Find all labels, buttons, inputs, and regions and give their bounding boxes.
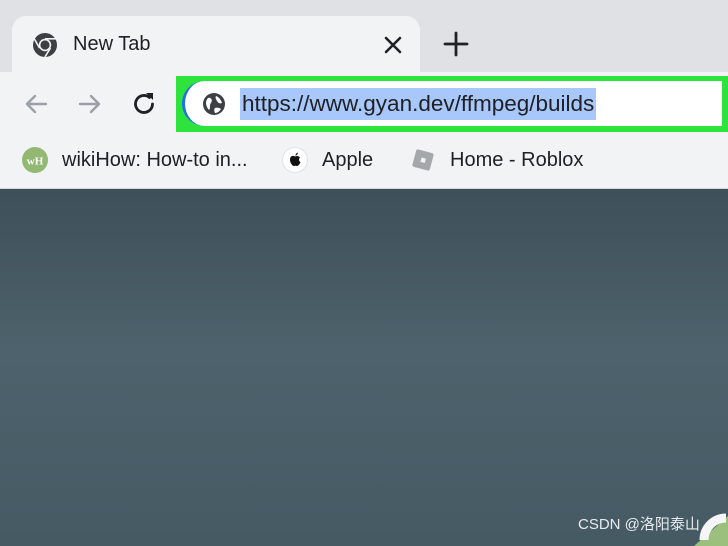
bookmark-label: wikiHow: How-to in... <box>62 149 248 171</box>
bookmark-wikihow[interactable]: wH wikiHow: How-to in... <box>22 144 262 176</box>
new-tab-button[interactable] <box>442 30 470 58</box>
address-bar[interactable]: https://www.gyan.dev/ffmpeg/builds <box>182 81 722 126</box>
bookmark-apple[interactable]: Apple <box>282 144 382 176</box>
svg-text:wH: wH <box>27 156 44 168</box>
tab-strip: New Tab <box>0 0 728 76</box>
watermark-text: CSDN @洛阳泰山 <box>578 516 700 533</box>
apple-icon <box>282 147 308 173</box>
page-content <box>0 189 728 546</box>
roblox-icon <box>412 149 434 171</box>
close-icon[interactable] <box>380 32 406 58</box>
chrome-icon <box>33 33 57 58</box>
bookmark-label: Home - Roblox <box>450 149 584 171</box>
tab-title: New Tab <box>73 33 151 55</box>
tab-new-tab[interactable]: New Tab <box>12 16 420 76</box>
browser-window: New Tab https://www.gyan.dev/ffmpeg/buil… <box>0 0 728 546</box>
wikihow-icon: wH <box>22 147 48 173</box>
forward-button[interactable] <box>75 89 105 119</box>
back-button[interactable] <box>21 89 51 119</box>
bookmarks-bar: wH wikiHow: How-to in... Apple Home - Ro… <box>0 136 728 189</box>
url-text[interactable]: https://www.gyan.dev/ffmpeg/builds <box>240 88 597 120</box>
bookmark-roblox[interactable]: Home - Roblox <box>410 144 600 176</box>
globe-icon[interactable] <box>201 91 227 117</box>
reload-button[interactable] <box>129 89 159 119</box>
bookmark-label: Apple <box>322 149 374 171</box>
toolbar: https://www.gyan.dev/ffmpeg/builds <box>0 72 728 136</box>
